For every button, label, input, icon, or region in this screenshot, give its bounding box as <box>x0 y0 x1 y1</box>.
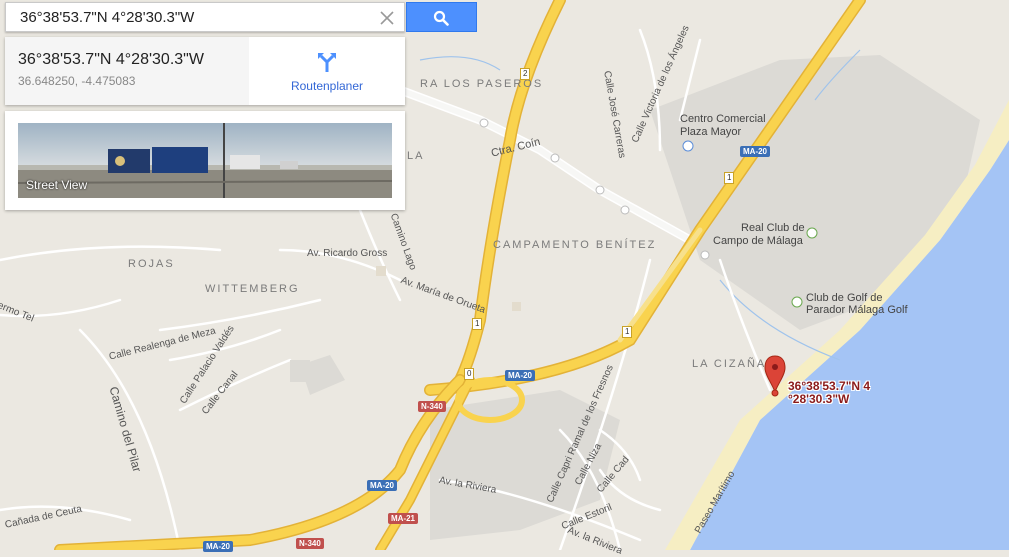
streetview-card: Street View <box>5 111 405 210</box>
poi-label-club-golf[interactable]: Club de Golf de <box>806 292 882 304</box>
result-info[interactable]: 36°38'53.7"N 4°28'30.3"W 36.648250, -4.4… <box>5 37 249 105</box>
km-marker: 0 <box>464 368 475 380</box>
result-decimal-coords: 36.648250, -4.475083 <box>18 74 136 88</box>
poi-label-centro-comercial[interactable]: Centro Comercial <box>680 113 766 125</box>
road-shield-ma20: MA-20 <box>740 146 771 157</box>
poi-label-campo-malaga[interactable]: Campo de Málaga <box>713 235 803 247</box>
road-shield-n340: N-340 <box>296 538 324 549</box>
marker-label[interactable]: 36°38'53.7"N 4 °28'30.3"W <box>788 380 870 406</box>
streetview-label: Street View <box>26 178 88 192</box>
close-icon <box>380 11 394 25</box>
poi-label-plaza-mayor[interactable]: Plaza Mayor <box>680 126 741 138</box>
result-card: 36°38'53.7"N 4°28'30.3"W 36.648250, -4.4… <box>5 37 405 105</box>
area-label-rojas: ROJAS <box>128 258 175 270</box>
poi-label-real-club[interactable]: Real Club de <box>741 222 805 234</box>
area-label-la: LA <box>407 150 425 162</box>
road-shield-ma20: MA-20 <box>505 370 536 381</box>
km-marker: 1 <box>472 318 483 330</box>
search-box <box>5 2 405 32</box>
poi-label-parador[interactable]: Parador Málaga Golf <box>806 304 908 316</box>
streetview-thumbnail[interactable]: Street View <box>18 123 392 198</box>
km-marker: 1 <box>724 172 735 184</box>
route-planner-button[interactable]: Routenplaner <box>249 37 405 105</box>
km-marker: 1 <box>622 326 633 338</box>
street-label-ricardo-gross: Av. Ricardo Gross <box>307 248 388 259</box>
area-label-campamento: CAMPAMENTO BENÍTEZ <box>493 239 657 251</box>
directions-icon <box>318 53 336 72</box>
km-marker: 2 <box>520 68 531 80</box>
road-shield-ma20: MA-20 <box>203 541 234 552</box>
road-shield-ma20: MA-20 <box>367 480 398 491</box>
area-label-la-cizana: LA CIZAÑA <box>692 358 767 370</box>
search-input[interactable] <box>6 3 366 31</box>
result-title: 36°38'53.7"N 4°28'30.3"W <box>18 51 204 68</box>
road-shield-ma21: MA-21 <box>388 513 419 524</box>
area-label-wittemberg: WITTEMBERG <box>205 283 300 295</box>
search-icon <box>433 10 449 26</box>
road-shield-n340: N-340 <box>418 401 446 412</box>
marker-label-line2: °28'30.3"W <box>788 392 850 406</box>
search-button[interactable] <box>406 2 477 32</box>
clear-search-button[interactable] <box>376 7 398 29</box>
route-planner-label: Routenplaner <box>290 79 364 93</box>
